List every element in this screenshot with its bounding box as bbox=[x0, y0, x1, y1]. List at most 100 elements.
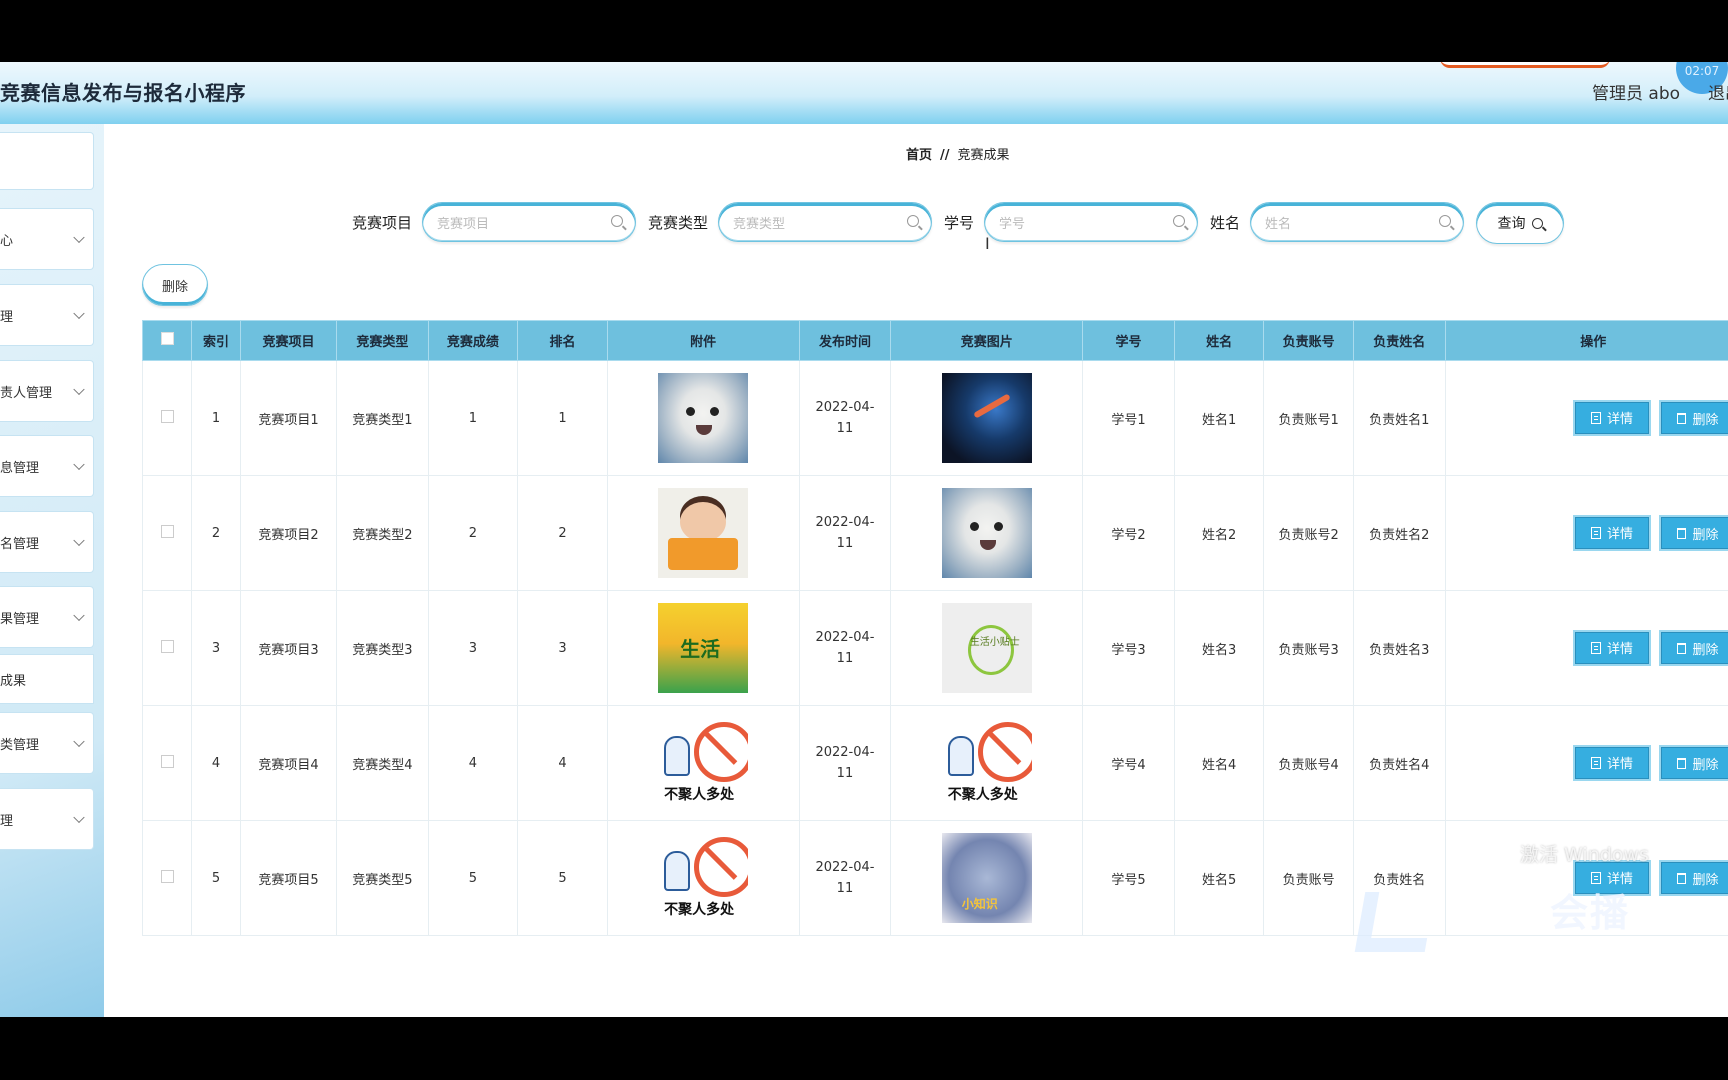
select-all-cell[interactable] bbox=[141, 320, 193, 361]
logout-link[interactable]: 退出 bbox=[1708, 79, 1728, 104]
row-select-cell[interactable] bbox=[141, 705, 193, 821]
delete-button[interactable]: 删除 bbox=[1661, 402, 1728, 435]
type-cell: 竞赛类型4 bbox=[336, 705, 429, 821]
detail-button[interactable]: 详情 bbox=[1575, 401, 1649, 434]
no-gathering-image[interactable]: 不聚人多处 bbox=[941, 718, 1032, 808]
col-header: 姓名 bbox=[1173, 320, 1265, 361]
search-icon bbox=[611, 215, 623, 227]
sidebar-item-label: 心 bbox=[0, 233, 14, 249]
sidebar-item-result-manage[interactable]: 果管理 bbox=[0, 586, 94, 648]
document-icon bbox=[1590, 641, 1601, 654]
row-checkbox[interactable] bbox=[160, 639, 174, 653]
chevron-down-icon bbox=[73, 735, 85, 748]
sidebar-item-system-manage[interactable]: 理 bbox=[0, 788, 94, 850]
row-checkbox[interactable] bbox=[160, 524, 174, 538]
image-caption: 不聚人多处 bbox=[664, 902, 735, 918]
publish-time-cell: 2022-04-11 bbox=[798, 475, 892, 591]
delete-button[interactable]: 删除 bbox=[1661, 747, 1728, 780]
delete-button[interactable]: 删除 bbox=[1661, 632, 1728, 665]
publish-time: 2022-04-11 bbox=[815, 745, 875, 781]
search-icon bbox=[1439, 215, 1451, 227]
owner-account-cell: 负责账号 bbox=[1263, 820, 1354, 936]
student-id-cell: 学号4 bbox=[1082, 705, 1175, 821]
row-select-cell[interactable] bbox=[141, 590, 193, 706]
seal-image[interactable] bbox=[658, 373, 749, 463]
table-header-row: 索引 竞赛项目 竞赛类型 竞赛成绩 排名 附件 发布时间 竞赛图片 学号 姓名 … bbox=[141, 320, 1728, 361]
attachment-cell bbox=[606, 360, 800, 476]
sidebar-item-avatar[interactable] bbox=[0, 132, 94, 190]
student-id-search-input[interactable] bbox=[999, 212, 1169, 234]
type-cell: 竞赛类型3 bbox=[336, 590, 429, 706]
name-label: 姓名 bbox=[1210, 214, 1241, 232]
detail-button[interactable]: 详情 bbox=[1575, 516, 1649, 549]
owner-name-cell: 负责姓名1 bbox=[1352, 360, 1446, 476]
publish-time-cell: 2022-04-11 bbox=[798, 705, 892, 821]
admin-user-label[interactable]: 管理员 abo bbox=[1592, 79, 1680, 104]
sidebar-item-category-manage[interactable]: 类管理 bbox=[0, 712, 94, 774]
owner-name-cell: 负责姓名3 bbox=[1352, 590, 1446, 706]
name-cell: 姓名1 bbox=[1173, 360, 1265, 476]
col-header: 索引 bbox=[191, 320, 242, 361]
no-gathering-image[interactable]: 不聚人多处 bbox=[658, 833, 749, 923]
student-id-search-field[interactable] bbox=[984, 202, 1198, 242]
sidebar-item-info-manage[interactable]: 息管理 bbox=[0, 435, 94, 497]
tips-image[interactable]: 生活小贴士 bbox=[941, 603, 1032, 693]
row-checkbox[interactable] bbox=[160, 754, 174, 768]
document-icon bbox=[1590, 411, 1601, 424]
select-all-checkbox[interactable] bbox=[160, 332, 174, 345]
chevron-down-icon bbox=[73, 609, 85, 622]
name-cell: 姓名2 bbox=[1173, 475, 1265, 591]
medic-figure bbox=[947, 736, 974, 776]
sidebar-item-signup-manage[interactable]: 名管理 bbox=[0, 511, 94, 573]
type-search-input[interactable] bbox=[733, 212, 903, 234]
type-label: 竞赛类型 bbox=[648, 214, 709, 232]
sidebar-item-manage[interactable]: 理 bbox=[0, 284, 94, 346]
breadcrumb-current: 竞赛成果 bbox=[957, 148, 1010, 163]
row-select-cell[interactable] bbox=[141, 475, 193, 591]
detail-button[interactable]: 详情 bbox=[1575, 631, 1649, 664]
row-select-cell[interactable] bbox=[141, 360, 193, 476]
windows-activation-watermark: 激活 Windows bbox=[1520, 844, 1649, 866]
col-header: 负责账号 bbox=[1263, 320, 1354, 361]
student-id-cell: 学号2 bbox=[1082, 475, 1175, 591]
breadcrumb: 首页 // 竞赛成果 bbox=[906, 144, 1010, 163]
row-select-cell[interactable] bbox=[141, 820, 193, 936]
breadcrumb-home[interactable]: 首页 bbox=[906, 148, 932, 163]
name-search-input[interactable] bbox=[1265, 212, 1435, 234]
reading-image[interactable] bbox=[658, 488, 749, 578]
table-row: 4 竞赛项目4 竞赛类型4 4 4 不聚人多处 2022-04-11 不聚人多处 学号4 姓名4 负… bbox=[141, 705, 1728, 821]
sidebar-item-center[interactable]: 心 bbox=[0, 208, 94, 270]
query-button-label: 查询 bbox=[1497, 216, 1526, 232]
seal-image[interactable] bbox=[941, 488, 1032, 578]
detail-button-label: 详情 bbox=[1606, 757, 1633, 773]
type-search-field[interactable] bbox=[718, 202, 932, 242]
name-search-field[interactable] bbox=[1250, 202, 1464, 242]
athlete-image[interactable] bbox=[941, 373, 1032, 463]
publish-time: 2022-04-11 bbox=[815, 860, 875, 896]
sidebar-item-label: 成果 bbox=[0, 673, 27, 689]
main-content: 首页 // 竞赛成果 竞赛项目 竞赛类型 学号 姓名 查询 删除 bbox=[104, 124, 1728, 1017]
no-gathering-image[interactable]: 不聚人多处 bbox=[658, 718, 749, 808]
medic-figure bbox=[664, 736, 691, 776]
sidebar-subitem-results[interactable]: 成果 bbox=[0, 654, 94, 704]
project-search-input[interactable] bbox=[437, 212, 607, 234]
row-checkbox[interactable] bbox=[160, 869, 174, 883]
sidebar-item-owner-manage[interactable]: 责人管理 bbox=[0, 360, 94, 422]
knowledge-image[interactable]: 小知识 bbox=[941, 833, 1032, 923]
student-id-cell: 学号5 bbox=[1082, 820, 1175, 936]
delete-button[interactable]: 删除 bbox=[1661, 862, 1728, 895]
sidebar-item-label: 责人管理 bbox=[0, 385, 53, 401]
publish-time-cell: 2022-04-11 bbox=[798, 820, 892, 936]
detail-button[interactable]: 详情 bbox=[1575, 746, 1649, 779]
medic-figure bbox=[664, 851, 691, 891]
project-search-field[interactable] bbox=[422, 202, 636, 242]
col-header: 竞赛项目 bbox=[240, 320, 337, 361]
table-row: 3 竞赛项目3 竞赛类型3 3 3 生活 2022-04-11 生活小贴士 学号3 姓名3 负责账号… bbox=[141, 590, 1728, 706]
bulk-delete-button[interactable]: 删除 bbox=[142, 264, 208, 306]
query-button[interactable]: 查询 bbox=[1476, 202, 1564, 244]
attachment-cell: 不聚人多处 bbox=[606, 820, 800, 936]
delete-button[interactable]: 删除 bbox=[1661, 517, 1728, 550]
life-poster-image[interactable]: 生活 bbox=[658, 603, 749, 693]
table-row: 1 竞赛项目1 竞赛类型1 1 1 2022-04-11 学号1 姓名1 负责账号1 负责姓名1 详… bbox=[141, 360, 1728, 476]
row-checkbox[interactable] bbox=[160, 409, 174, 423]
